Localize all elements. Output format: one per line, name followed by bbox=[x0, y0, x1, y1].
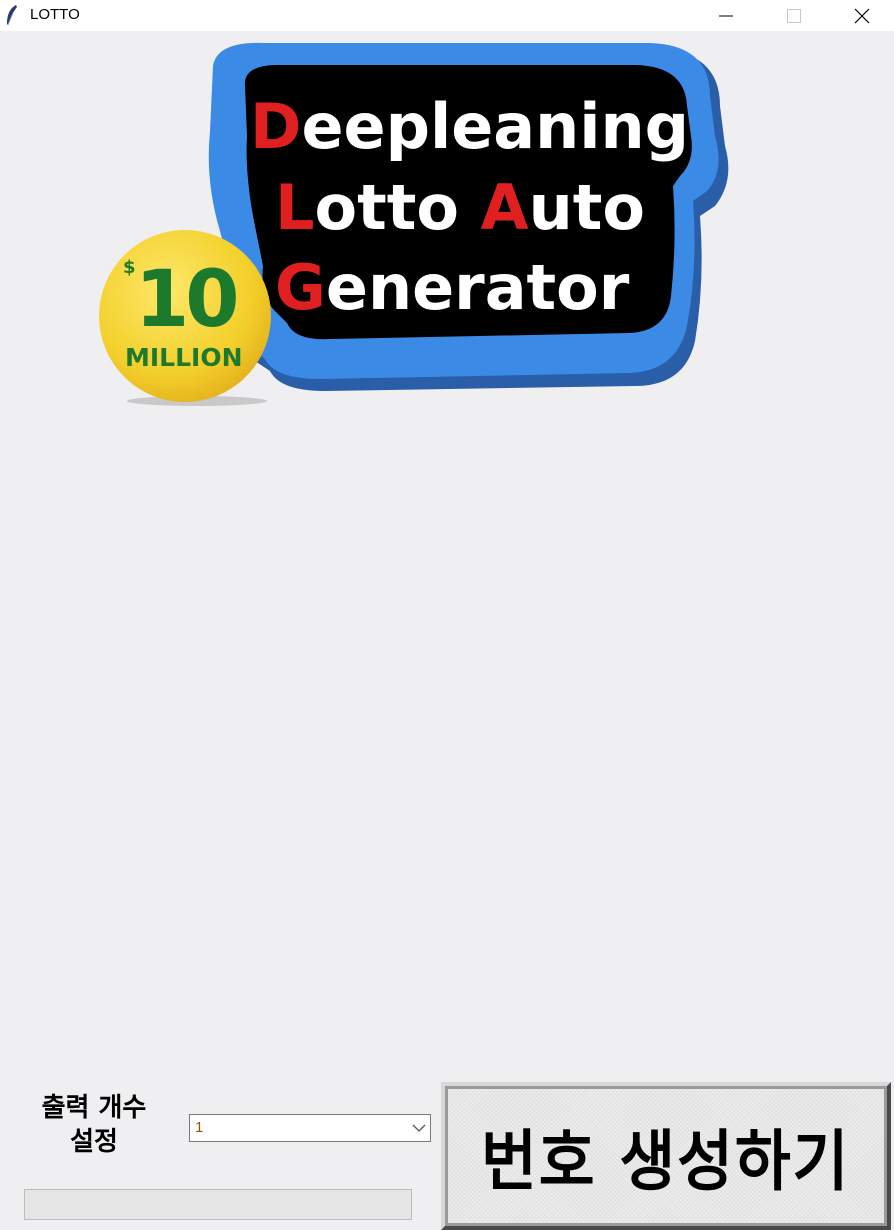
badge-currency: $ bbox=[123, 257, 136, 278]
output-count-value: 1 bbox=[195, 1119, 204, 1136]
chevron-down-icon[interactable] bbox=[412, 1122, 426, 1134]
output-count-select[interactable]: 1 bbox=[189, 1114, 431, 1142]
title-bar: LOTTO bbox=[0, 0, 894, 31]
feather-icon bbox=[7, 5, 17, 26]
logo-line1-rest: eepleaning bbox=[301, 90, 689, 163]
maximize-button[interactable] bbox=[771, 0, 817, 31]
close-icon bbox=[854, 8, 870, 23]
logo-line2-rest: uto bbox=[529, 171, 645, 244]
output-count-label: 출력 개수 설정 bbox=[24, 1091, 164, 1159]
progress-bar bbox=[24, 1189, 412, 1220]
logo-line2-middle: otto bbox=[315, 171, 481, 244]
svg-text:Generator: Generator bbox=[275, 251, 630, 324]
window-title: LOTTO bbox=[30, 6, 80, 23]
minimize-icon bbox=[719, 15, 733, 16]
generate-numbers-button[interactable]: 번호 생성하기 bbox=[441, 1082, 891, 1230]
logo-title: Deepleaning Lotto Auto Generator bbox=[250, 90, 689, 324]
lotto-logo: Deepleaning Lotto Auto Generator $ 10 MI… bbox=[99, 42, 729, 406]
svg-text:Lotto Auto: Lotto Auto bbox=[275, 171, 645, 244]
close-button[interactable] bbox=[839, 0, 885, 31]
output-count-label-line1: 출력 개수 bbox=[41, 1093, 147, 1123]
badge-amount: 10 bbox=[135, 255, 236, 345]
output-count-label-line2: 설정 bbox=[70, 1127, 118, 1157]
badge-unit: MILLION bbox=[125, 343, 243, 372]
logo-line3-rest: enerator bbox=[326, 251, 630, 324]
generate-numbers-label: 번호 생성하기 bbox=[481, 1123, 851, 1200]
logo-line3-first: G bbox=[275, 251, 326, 324]
svg-text:Deepleaning: Deepleaning bbox=[250, 90, 689, 163]
minimize-button[interactable] bbox=[703, 0, 749, 31]
ten-million-badge: $ 10 MILLION bbox=[99, 230, 271, 406]
logo-line1-first: D bbox=[250, 90, 301, 163]
main-panel: Deepleaning Lotto Auto Generator $ 10 MI… bbox=[0, 31, 894, 1230]
maximize-icon bbox=[787, 8, 801, 23]
logo-line2-highlight: A bbox=[481, 171, 529, 244]
logo-line2-first: L bbox=[275, 171, 315, 244]
